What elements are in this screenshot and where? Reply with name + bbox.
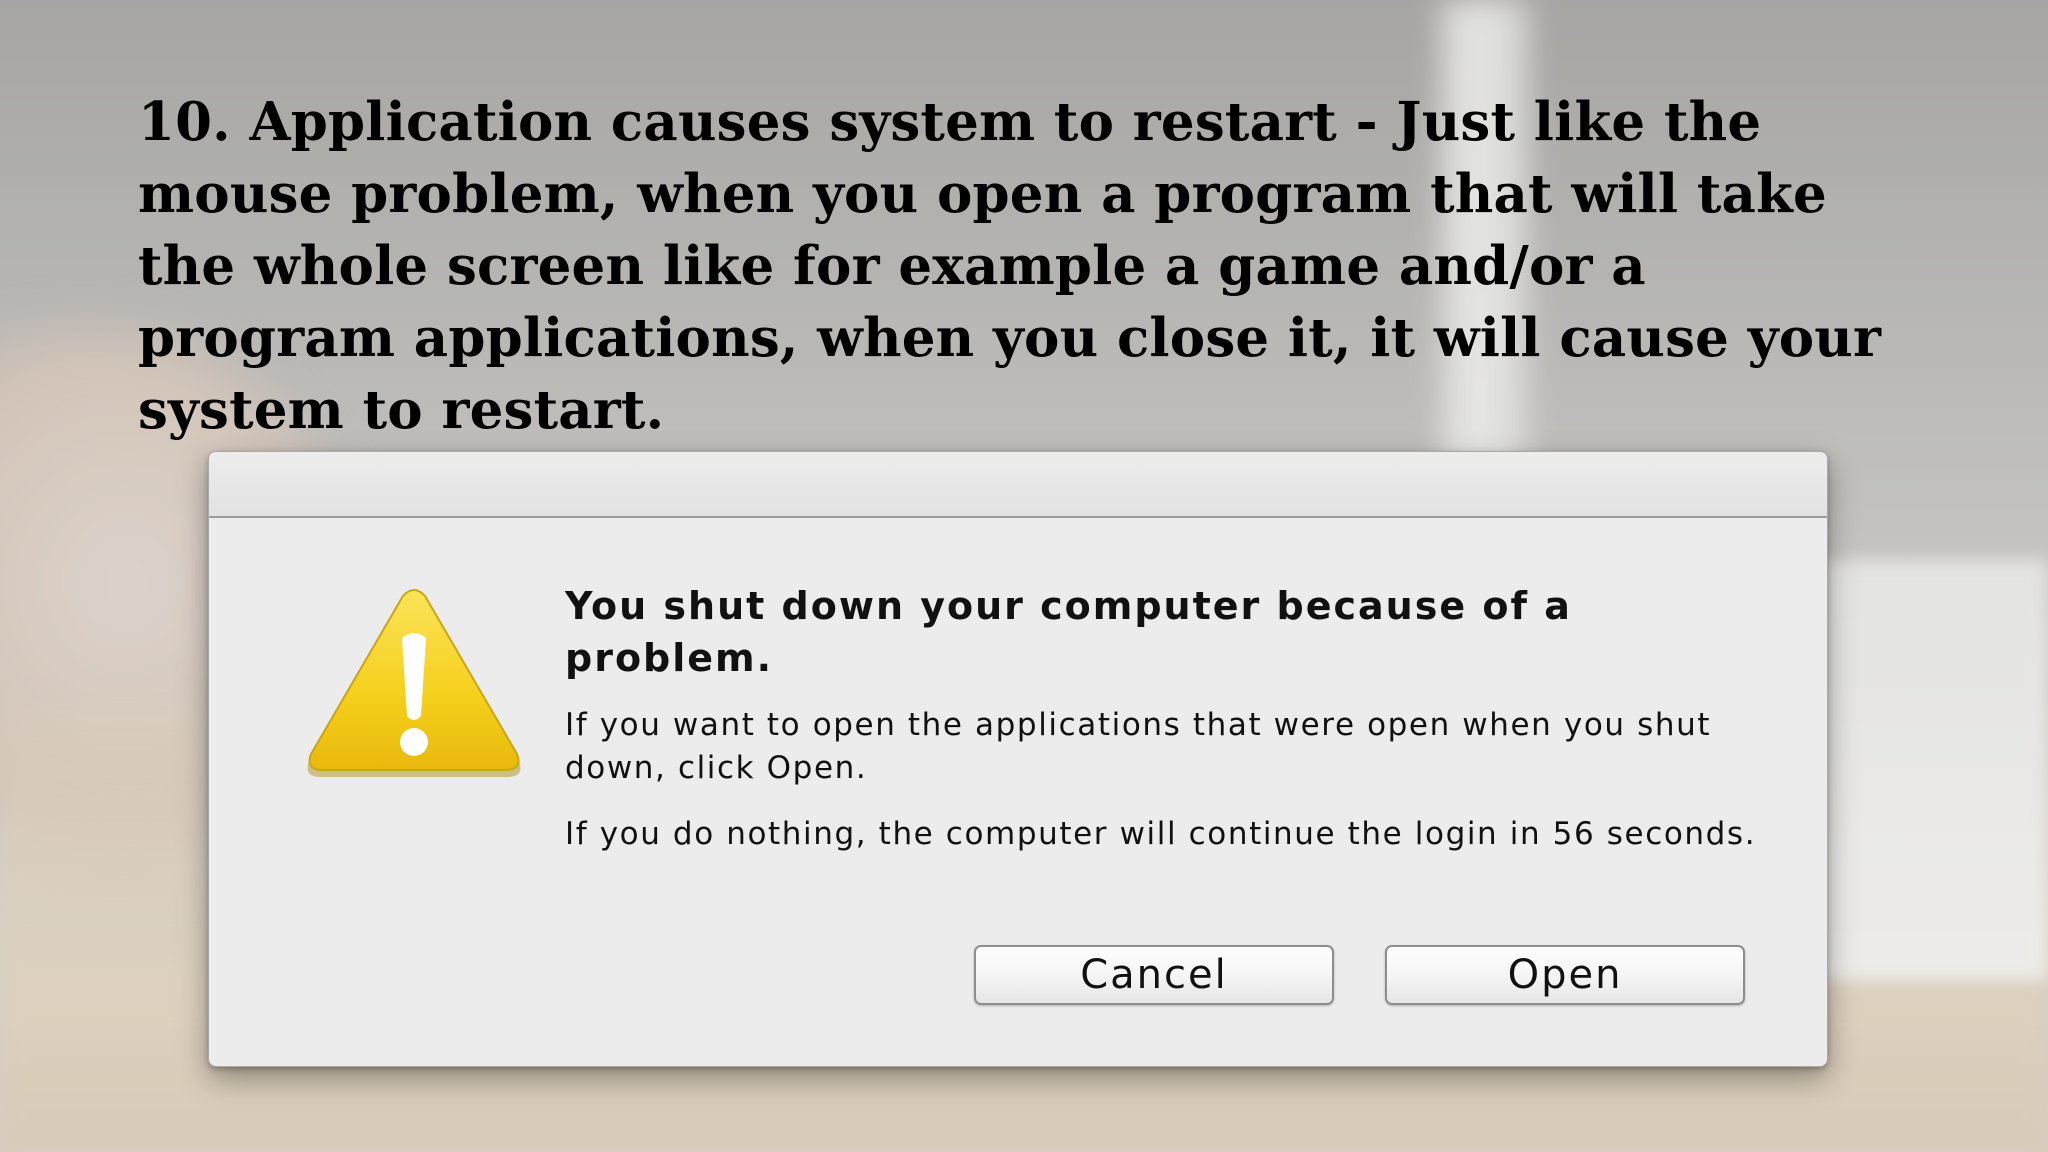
restart-alert-dialog: You shut down your computer because of a… xyxy=(208,451,1828,1067)
dialog-message-countdown: If you do nothing, the computer will con… xyxy=(565,816,1757,852)
slide-paragraph: 10. Application causes system to restart… xyxy=(138,91,1882,441)
warning-triangle-icon xyxy=(307,589,521,777)
cancel-button[interactable]: Cancel xyxy=(974,945,1334,1005)
open-button[interactable]: Open xyxy=(1385,945,1745,1005)
dialog-titlebar[interactable] xyxy=(209,452,1827,518)
dialog-message-open-apps: If you want to open the applications tha… xyxy=(565,707,1712,786)
dialog-heading: You shut down your computer because of a… xyxy=(565,584,1572,680)
